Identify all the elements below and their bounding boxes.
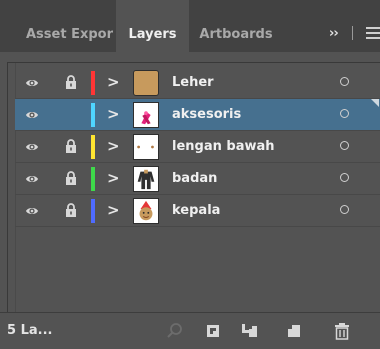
- panel-footer: 5 La...: [0, 312, 380, 349]
- tab-asset-export[interactable]: Asset Expor: [0, 0, 116, 52]
- clipping-mask-icon[interactable]: [205, 322, 223, 340]
- list-frame-top: [7, 62, 380, 63]
- panel-tab-bar: Asset Expor Layers Artboards ››: [0, 0, 380, 52]
- layer-name[interactable]: lengan bawah: [172, 131, 275, 163]
- layer-row[interactable]: > Leher: [15, 67, 380, 99]
- panel-menu-icon[interactable]: [366, 27, 380, 39]
- lock-icon[interactable]: [65, 139, 77, 153]
- locate-object-icon[interactable]: [166, 322, 184, 340]
- layer-thumbnail: [133, 70, 159, 96]
- tab-artboards[interactable]: Artboards: [189, 0, 283, 52]
- new-sublayer-icon[interactable]: [240, 322, 258, 340]
- more-tabs-button[interactable]: ››: [329, 26, 339, 41]
- layer-color-bar: [91, 71, 95, 95]
- new-layer-icon[interactable]: [285, 322, 303, 340]
- visibility-eye-icon[interactable]: [25, 172, 39, 186]
- layer-name[interactable]: Leher: [172, 67, 214, 99]
- target-circle-icon[interactable]: [340, 205, 349, 214]
- layer-count-label: 5 La...: [7, 323, 53, 338]
- layer-thumbnail: [133, 102, 159, 128]
- delete-trash-icon[interactable]: [333, 322, 351, 340]
- target-circle-icon[interactable]: [340, 141, 349, 150]
- list-frame-left: [7, 62, 8, 312]
- target-circle-icon[interactable]: [340, 173, 349, 182]
- expand-chevron-icon[interactable]: >: [107, 105, 120, 123]
- layers-panel: Asset Expor Layers Artboards ›› > Leher > a…: [0, 0, 380, 349]
- selection-corner-indicator: [371, 99, 379, 107]
- layer-color-bar: [91, 135, 95, 159]
- layer-thumbnail: [133, 134, 159, 160]
- lock-icon[interactable]: [65, 171, 77, 185]
- lock-icon[interactable]: [65, 75, 77, 89]
- layer-color-bar: [91, 199, 95, 223]
- expand-chevron-icon[interactable]: >: [107, 169, 120, 187]
- layer-row[interactable]: > aksesoris: [15, 99, 380, 131]
- visibility-eye-icon[interactable]: [25, 108, 39, 122]
- layers-list: > Leher > aksesoris > lengan bawah > badan > kepa…: [0, 52, 380, 312]
- layer-color-bar: [91, 167, 95, 191]
- visibility-eye-icon[interactable]: [25, 140, 39, 154]
- layer-row[interactable]: > badan: [15, 163, 380, 195]
- expand-chevron-icon[interactable]: >: [107, 137, 120, 155]
- visibility-eye-icon[interactable]: [25, 204, 39, 218]
- visibility-eye-icon[interactable]: [25, 76, 39, 90]
- lock-icon[interactable]: [65, 203, 77, 217]
- tab-layers[interactable]: Layers: [116, 0, 189, 52]
- layer-name[interactable]: aksesoris: [172, 99, 241, 131]
- row-divider: [15, 226, 380, 227]
- tab-divider: [352, 26, 353, 40]
- layer-color-bar: [91, 103, 95, 127]
- expand-chevron-icon[interactable]: >: [107, 201, 120, 219]
- layer-thumbnail: [133, 198, 159, 224]
- layer-thumbnail: [133, 166, 159, 192]
- layer-row[interactable]: > lengan bawah: [15, 131, 380, 163]
- layer-row[interactable]: > kepala: [15, 195, 380, 227]
- target-circle-icon[interactable]: [340, 109, 349, 118]
- layer-name[interactable]: kepala: [172, 195, 220, 227]
- layer-name[interactable]: badan: [172, 163, 217, 195]
- expand-chevron-icon[interactable]: >: [107, 73, 120, 91]
- target-circle-icon[interactable]: [340, 77, 349, 86]
